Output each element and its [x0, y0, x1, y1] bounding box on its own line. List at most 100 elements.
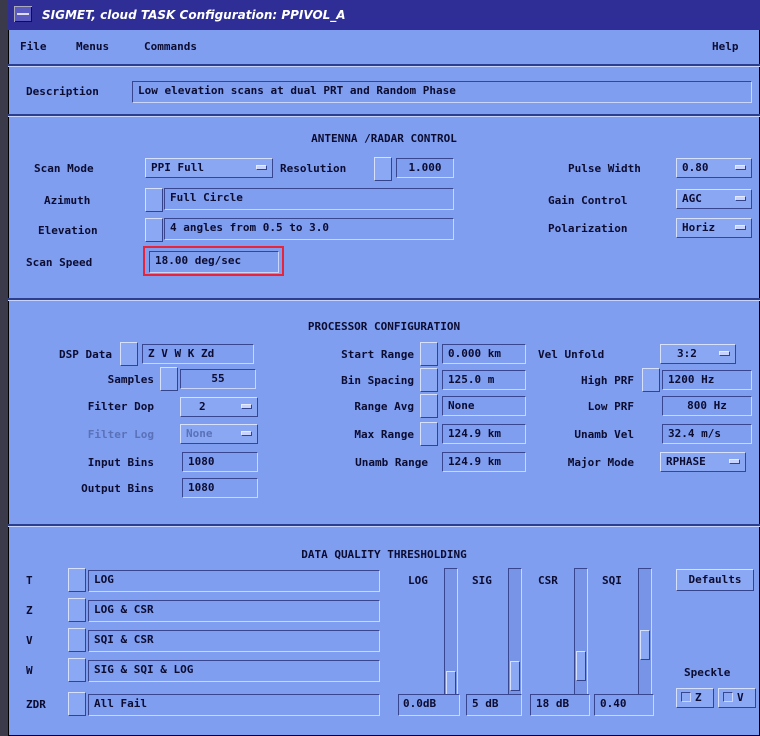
high-prf-label: High PRF: [581, 374, 634, 387]
menu-commands[interactable]: Commands: [144, 40, 197, 53]
elevation-slider-handle[interactable]: [145, 218, 163, 242]
description-field[interactable]: Low elevation scans at dual PRT and Rand…: [132, 81, 752, 103]
description-label: Description: [26, 85, 99, 98]
dsp-data-label: DSP Data: [59, 348, 112, 361]
dqt-row-label: Z: [26, 604, 33, 617]
max-range-slider-handle[interactable]: [420, 422, 438, 446]
option-menu-indicator-icon: [729, 459, 740, 464]
dqt-row-field[interactable]: All Fail: [88, 694, 380, 716]
unamb-vel-field[interactable]: 32.4 m/s: [662, 424, 752, 444]
window-menu-icon[interactable]: [14, 6, 32, 22]
title-bar[interactable]: SIGMET, cloud TASK Configuration: PPIVOL…: [8, 0, 760, 30]
section-separator-1: [8, 114, 760, 117]
speckle-z-checkbox[interactable]: Z: [676, 688, 714, 708]
menu-file[interactable]: File: [20, 40, 47, 53]
resolution-field[interactable]: 1.000: [396, 158, 454, 178]
option-menu-indicator-icon: [256, 165, 267, 170]
low-prf-field[interactable]: 800 Hz: [662, 396, 752, 416]
csr-slider-label: CSR: [538, 574, 558, 587]
menu-bar: File Menus Commands Help: [8, 36, 760, 60]
dqt-row-field[interactable]: LOG: [88, 570, 380, 592]
dqt-row-label: V: [26, 634, 33, 647]
option-menu-indicator-icon: [735, 165, 746, 170]
dqt-row-handle[interactable]: [68, 692, 86, 716]
range-avg-field[interactable]: None: [442, 396, 526, 416]
speckle-v-checkbox[interactable]: V: [718, 688, 756, 708]
defaults-button[interactable]: Defaults: [676, 569, 754, 591]
menu-menus[interactable]: Menus: [76, 40, 109, 53]
bin-spacing-field[interactable]: 125.0 m: [442, 370, 526, 390]
antenna-radar-control-header: ANTENNA /RADAR CONTROL: [311, 132, 457, 145]
dsp-data-slider-handle[interactable]: [120, 342, 138, 366]
dqt-row-handle[interactable]: [68, 658, 86, 682]
option-menu-indicator-icon: [735, 196, 746, 201]
samples-slider-handle[interactable]: [160, 367, 178, 391]
high-prf-field[interactable]: 1200 Hz: [662, 370, 752, 390]
section-separator-2: [8, 298, 760, 301]
menu-help[interactable]: Help: [712, 40, 739, 53]
csr-threshold-slider[interactable]: [574, 568, 588, 702]
input-bins-field[interactable]: 1080: [182, 452, 258, 472]
azimuth-field[interactable]: Full Circle: [164, 188, 454, 210]
sig-threshold-slider[interactable]: [508, 568, 522, 702]
bin-spacing-label: Bin Spacing: [341, 374, 414, 387]
max-range-label: Max Range: [354, 428, 414, 441]
input-bins-label: Input Bins: [87, 456, 154, 469]
option-menu-indicator-icon: [241, 404, 252, 409]
high-prf-slider-handle[interactable]: [642, 368, 660, 392]
vel-unfold-select[interactable]: 3:2: [660, 344, 736, 364]
samples-field[interactable]: 55: [180, 369, 256, 389]
dqt-row-field[interactable]: SQI & CSR: [88, 630, 380, 652]
log-threshold-value[interactable]: 0.0dB: [398, 694, 460, 716]
section-separator-3: [8, 524, 760, 527]
csr-threshold-value[interactable]: 18 dB: [530, 694, 590, 716]
pulse-width-label: Pulse Width: [568, 162, 641, 175]
filter-dop-label: Filter Dop: [87, 400, 154, 413]
scan-mode-select[interactable]: PPI Full: [145, 158, 273, 178]
speckle-label: Speckle: [684, 666, 731, 679]
csr-slider-thumb[interactable]: [576, 651, 586, 681]
output-bins-field[interactable]: 1080: [182, 478, 258, 498]
dqt-row-field[interactable]: SIG & SQI & LOG: [88, 660, 380, 682]
pulse-width-value: 0.80: [682, 161, 709, 174]
sig-slider-thumb[interactable]: [510, 661, 520, 691]
speckle-z-label: Z: [695, 691, 702, 704]
processor-configuration-header: PROCESSOR CONFIGURATION: [307, 320, 461, 333]
dqt-row-handle[interactable]: [68, 628, 86, 652]
elevation-field[interactable]: 4 angles from 0.5 to 3.0: [164, 218, 454, 240]
log-threshold-slider[interactable]: [444, 568, 458, 702]
dqt-row-field[interactable]: LOG & CSR: [88, 600, 380, 622]
filter-log-value: None: [186, 427, 213, 440]
range-avg-slider-handle[interactable]: [420, 394, 438, 418]
sqi-threshold-slider[interactable]: [638, 568, 652, 702]
option-menu-indicator-icon: [735, 225, 746, 230]
sqi-threshold-value[interactable]: 0.40: [594, 694, 654, 716]
unamb-range-field[interactable]: 124.9 km: [442, 452, 526, 472]
checkbox-icon: [681, 692, 691, 702]
polarization-select[interactable]: Horiz: [676, 218, 752, 238]
window-title: SIGMET, cloud TASK Configuration: PPIVOL…: [42, 8, 346, 22]
polarization-label: Polarization: [548, 222, 628, 235]
dqt-row-label: W: [26, 664, 33, 677]
low-prf-label: Low PRF: [587, 400, 634, 413]
start-range-slider-handle[interactable]: [420, 342, 438, 366]
sig-threshold-value[interactable]: 5 dB: [466, 694, 522, 716]
filter-dop-select[interactable]: 2: [180, 397, 258, 417]
vel-unfold-value: 3:2: [677, 347, 697, 360]
elevation-label: Elevation: [38, 224, 98, 237]
vel-unfold-label: Vel Unfold: [538, 348, 605, 361]
max-range-field[interactable]: 124.9 km: [442, 424, 526, 444]
bin-spacing-slider-handle[interactable]: [420, 368, 438, 392]
start-range-field[interactable]: 0.000 km: [442, 344, 526, 364]
gain-control-select[interactable]: AGC: [676, 189, 752, 209]
azimuth-slider-handle[interactable]: [145, 188, 163, 212]
dsp-data-field[interactable]: Z V W K Zd: [142, 344, 254, 364]
dqt-row-handle[interactable]: [68, 598, 86, 622]
filter-log-select: None: [180, 424, 258, 444]
dqt-row-handle[interactable]: [68, 568, 86, 592]
option-menu-indicator-icon: [241, 431, 252, 436]
resolution-slider-handle[interactable]: [374, 157, 392, 181]
pulse-width-select[interactable]: 0.80: [676, 158, 752, 178]
sqi-slider-thumb[interactable]: [640, 630, 650, 660]
major-mode-select[interactable]: RPHASE: [660, 452, 746, 472]
